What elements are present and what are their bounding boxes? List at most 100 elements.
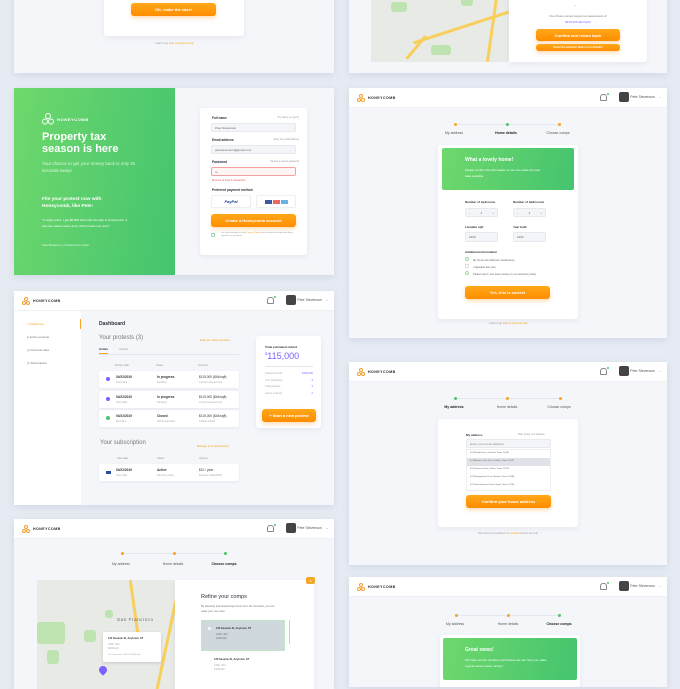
column-status[interactable]: Status <box>156 364 163 367</box>
user-name[interactable]: Pete Stevenson <box>297 298 322 302</box>
check-appealed[interactable]: I appealed last year <box>465 264 496 269</box>
address-suggestions: 474 Marilla Drive, Garland, Texas 75040 4… <box>466 449 551 491</box>
year-input[interactable]: 1992 <box>513 232 546 242</box>
address-suggestion[interactable]: 474 Abrams Oaks Drive, Dallas, Texas 752… <box>467 458 550 466</box>
user-name[interactable]: Pete Stevenson <box>297 526 322 530</box>
sidebar-item-personal-data[interactable]: ◎ Personal data <box>27 348 49 352</box>
bedrooms-stepper[interactable]: −4 + <box>465 208 498 217</box>
step-my-address[interactable]: My address <box>429 131 479 135</box>
minus-icon[interactable]: − <box>469 211 471 215</box>
honeycomb-logo[interactable]: HONEYCOMB <box>22 525 61 533</box>
comp-item[interactable]: 123 Sesame St, Anytown, ST 2400, 3bd $10… <box>201 620 285 651</box>
subscription-row[interactable]: 04/22/2019 Start date Active Renews yearly… <box>99 464 239 481</box>
home-details-card: What a lovely home! Please confirm this … <box>438 145 578 319</box>
confirm-return-button[interactable]: Confirm and return back <box>536 29 620 41</box>
terms-checkbox[interactable] <box>211 233 215 237</box>
check-insurance[interactable]: Please see if I can save money on my ins… <box>465 271 536 276</box>
reset-selection-button[interactable]: Reset the selection back to our defaults <box>536 44 620 51</box>
chevron-down-icon[interactable]: ⌄ <box>659 583 662 588</box>
email-hint: Enter the email address <box>273 138 299 141</box>
back-link[interactable]: back to previous step <box>169 42 194 45</box>
privacy-link[interactable]: Privacy Policy <box>246 232 260 234</box>
tab-active[interactable]: Active <box>99 347 109 354</box>
chevron-down-icon[interactable]: ⌄ <box>659 368 662 373</box>
table-row[interactable]: 04/22/2019 Start date In progress Pending … <box>99 390 239 408</box>
full-name-input[interactable]: Pete Stevenson <box>211 123 296 132</box>
bathrooms-stepper[interactable]: −3 + <box>513 208 546 217</box>
avatar[interactable] <box>286 295 296 305</box>
step-my-address[interactable]: My address <box>429 405 479 409</box>
manage-subscription-link[interactable]: Manage your subscription <box>197 444 229 448</box>
chevron-down-icon[interactable]: ⌄ <box>326 525 329 530</box>
step-choose-comps[interactable]: Choose comps <box>533 131 583 135</box>
step-choose-comps[interactable]: Choose comps <box>534 405 584 409</box>
step-choose-comps[interactable]: Choose comps <box>534 622 584 626</box>
user-name[interactable]: Pete Stevenson <box>630 584 655 588</box>
honeycomb-logo: HONEYCOMB <box>42 113 89 125</box>
start-new-protest-button[interactable]: + Start a new protest <box>262 409 316 422</box>
step-home-details[interactable]: Home details <box>483 622 533 626</box>
sidebar-item-active-protests[interactable]: ● Active protests <box>27 335 49 339</box>
check-deferred-maintenance[interactable]: My home has deferred maintenance <box>465 257 515 262</box>
card-option[interactable] <box>256 195 296 208</box>
avatar[interactable] <box>619 366 629 376</box>
map[interactable]: San Francisco 123 Sesame St, Anytown, ST… <box>37 580 175 689</box>
map-pin-icon[interactable] <box>97 664 109 676</box>
address-suggestion[interactable]: 474 North Hemmer Drive, Hyde, Texas 7513… <box>467 482 550 490</box>
back-link[interactable]: back to previous step <box>503 322 528 325</box>
let-us-know-link[interactable]: Let us know <box>507 532 520 535</box>
column-protest-date[interactable]: Protest date <box>115 364 129 367</box>
tab-closed[interactable]: Closed <box>119 347 128 351</box>
column-amounts[interactable]: Amounts <box>198 364 208 367</box>
sqft-input[interactable]: 2400 <box>465 232 498 242</box>
scrollbar[interactable] <box>289 620 290 644</box>
chevron-down-icon[interactable]: ⌄ <box>573 2 576 7</box>
address-suggestion[interactable]: 474 Montgomery Drive, Rowlett, Texas 750… <box>467 474 550 482</box>
bell-icon[interactable] <box>600 582 609 590</box>
step-home-details[interactable]: Home details <box>481 131 531 135</box>
honeycomb-logo[interactable]: HONEYCOMB <box>357 583 396 591</box>
user-name[interactable]: Pete Stevenson <box>630 95 655 99</box>
step-choose-comps[interactable]: Choose comps <box>199 562 249 566</box>
honeycomb-logo[interactable]: HONEYCOMB <box>22 297 61 305</box>
chevron-down-icon[interactable]: ⌄ <box>326 297 329 302</box>
avatar[interactable] <box>619 581 629 591</box>
bell-icon[interactable] <box>267 524 276 532</box>
address-suggestion[interactable]: 474 Marilla Drive, Garland, Texas 75040 <box>467 450 550 458</box>
address-input[interactable]: Enter your home address <box>466 439 551 448</box>
confirm-details-button[interactable]: Yes, this is correct <box>465 286 550 299</box>
user-name[interactable]: Pete Stevenson <box>630 369 655 373</box>
address-suggestion[interactable]: 474 Hemeon Drive, Dallas, Texas 75224 <box>467 466 550 474</box>
bell-icon[interactable] <box>600 93 609 101</box>
table-row[interactable]: 04/22/2019 Start date In progress Pending … <box>99 371 239 388</box>
sidebar-item-subscription[interactable]: ◎ Subscription <box>27 361 47 365</box>
honeycomb-logo[interactable]: HONEYCOMB <box>357 94 396 102</box>
bell-icon[interactable] <box>600 367 609 375</box>
table-row[interactable]: 04/22/2019 End date Closed Refund granted … <box>99 410 239 427</box>
edit-protests-link[interactable]: Edit your active protests <box>200 338 230 342</box>
avatar[interactable] <box>286 523 296 533</box>
plus-icon[interactable]: + <box>492 211 494 215</box>
avatar[interactable] <box>619 92 629 102</box>
paypal-option[interactable]: PayPal <box>211 195 251 208</box>
step-my-address[interactable]: My address <box>96 562 146 566</box>
bell-icon[interactable] <box>267 296 276 304</box>
password-input[interactable]: ••• <box>211 167 296 176</box>
step-home-details[interactable]: Home details <box>148 562 198 566</box>
comp-item[interactable]: 123 Sesame St, Anytown, ST 2400, 3bd $10… <box>201 652 285 682</box>
bedrooms-label: Number of bedrooms <box>465 200 496 204</box>
step-my-address[interactable]: My address <box>430 622 480 626</box>
make-case-button[interactable]: OK, make the case! <box>131 3 216 16</box>
step-home-details[interactable]: Home details <box>482 405 532 409</box>
honeycomb-logo[interactable]: HONEYCOMB <box>357 368 396 376</box>
create-account-button[interactable]: Create a Honeycomb account <box>211 214 296 227</box>
stepper: My address Home details Choose comps <box>14 552 334 572</box>
email-input[interactable]: petestevenson@gmail.com <box>211 145 296 154</box>
confirm-address-button[interactable]: Confirm your home address <box>466 495 551 508</box>
close-button[interactable]: x <box>306 577 315 584</box>
map[interactable] <box>371 0 509 62</box>
plus-icon[interactable]: + <box>540 211 542 215</box>
sidebar-item-dashboard[interactable]: □ Dashboard <box>27 322 44 326</box>
chevron-down-icon[interactable]: ⌄ <box>659 94 662 99</box>
minus-icon[interactable]: − <box>517 211 519 215</box>
